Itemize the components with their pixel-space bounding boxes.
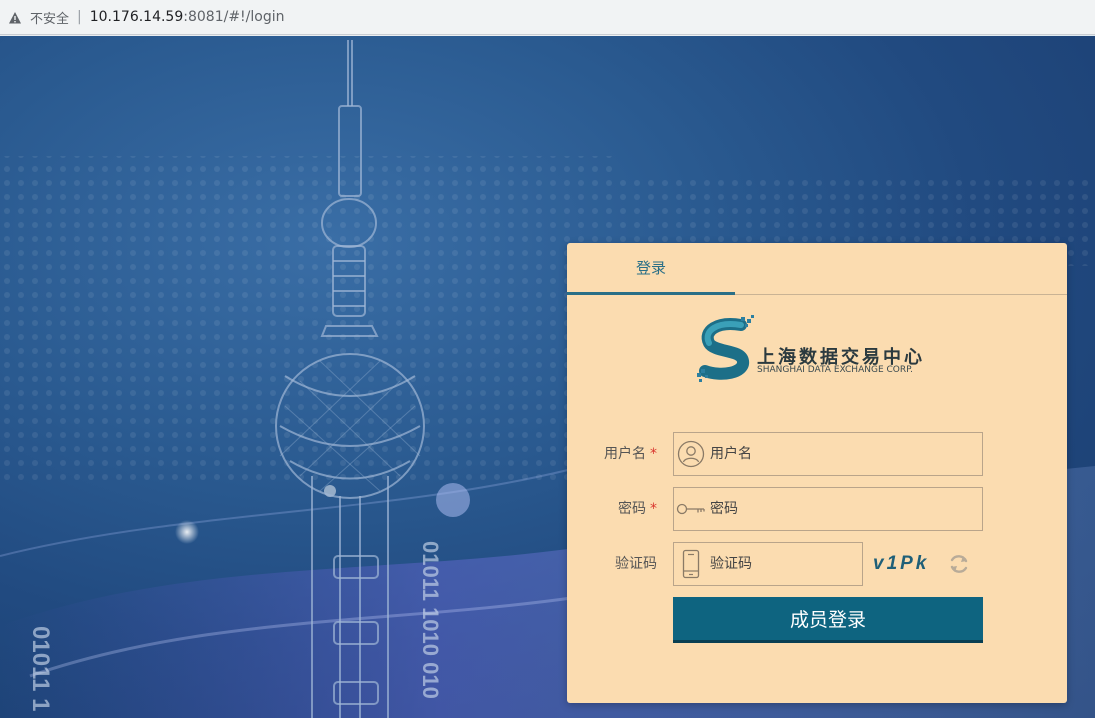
address-field[interactable]: 不安全 | 10.176.14.59 :8081/#!/login (0, 0, 1095, 35)
captcha-field[interactable] (673, 542, 863, 586)
user-icon (674, 432, 708, 476)
password-row: 密码 * (567, 487, 1067, 531)
username-input[interactable] (708, 445, 952, 463)
captcha-label: 验证码 (615, 556, 657, 572)
logo-mark-icon (697, 315, 754, 382)
binary-text-2: 01011 1 (27, 626, 54, 711)
login-card: 登录 上海数据交易中心 SHANGHAI DATA EXCHANGE CORP.… (567, 243, 1067, 703)
binary-text-1: 01011 1010 010 (418, 541, 443, 699)
phone-icon (674, 542, 708, 586)
tab-bar: 登录 (567, 243, 1067, 295)
login-page: 不安全 | 10.176.14.59 :8081/#!/login 01011 … (0, 0, 1095, 718)
captcha-row: 验证码 v1Pk (567, 542, 1067, 586)
address-divider: | (77, 9, 82, 25)
username-label: 用户名 * (604, 446, 657, 462)
url-host[interactable]: 10.176.14.59 (90, 9, 184, 25)
warning-icon[interactable] (8, 10, 22, 24)
url-path[interactable]: :8081/#!/login (183, 9, 284, 25)
company-logo: 上海数据交易中心 SHANGHAI DATA EXCHANGE CORP. (697, 315, 937, 385)
username-row: 用户名 * (567, 432, 1067, 476)
captcha-input[interactable] (708, 555, 852, 573)
captcha-image[interactable]: v1Pk (873, 542, 929, 586)
username-field[interactable] (673, 432, 983, 476)
tab-login[interactable]: 登录 (567, 243, 735, 295)
password-field[interactable] (673, 487, 983, 531)
logo-name-en: SHANGHAI DATA EXCHANGE CORP. (757, 365, 913, 375)
browser-address-bar: 不安全 | 10.176.14.59 :8081/#!/login (0, 0, 1095, 36)
security-label[interactable]: 不安全 (30, 8, 69, 27)
password-label: 密码 * (618, 501, 657, 517)
refresh-icon[interactable] (947, 552, 971, 576)
member-login-button[interactable]: 成员登录 (673, 597, 983, 643)
key-icon (674, 487, 708, 531)
password-input[interactable] (708, 500, 952, 518)
